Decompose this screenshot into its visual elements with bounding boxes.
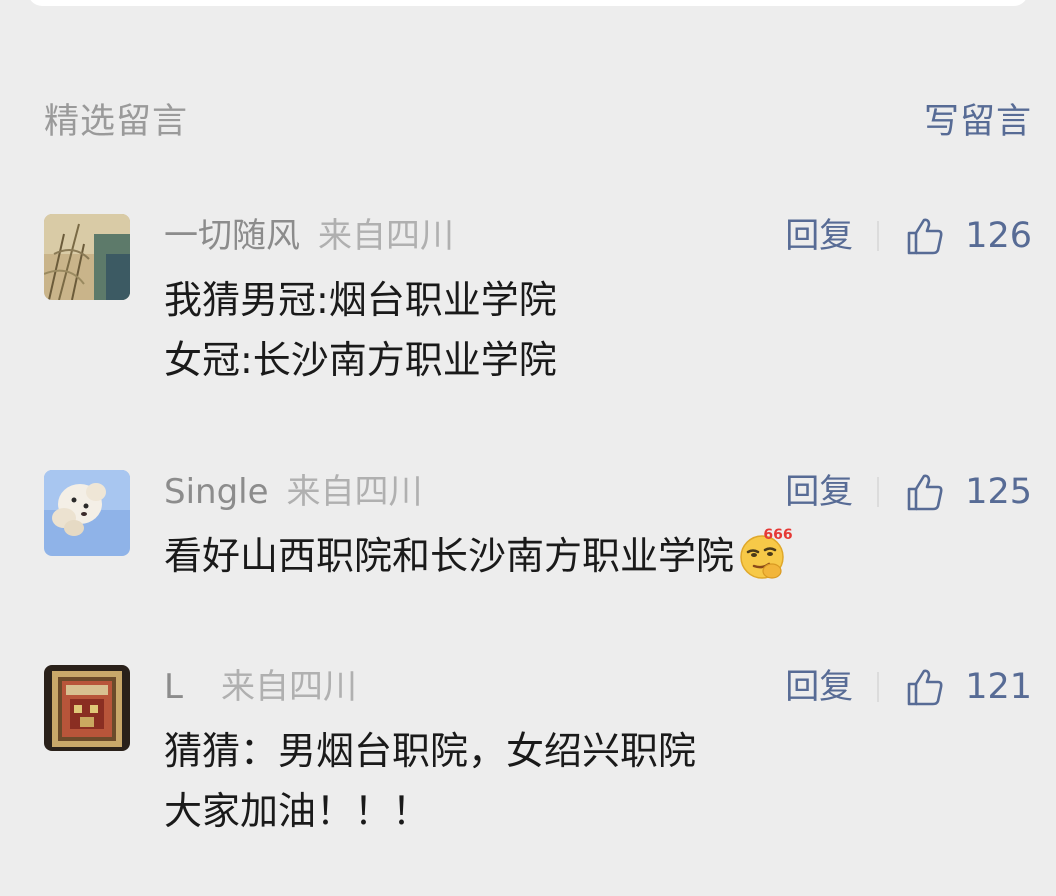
avatar[interactable] bbox=[44, 214, 130, 300]
comment-actions: 回复 125 bbox=[785, 470, 1032, 514]
nickname[interactable]: 一切随风 bbox=[164, 216, 300, 256]
section-title: 精选留言 bbox=[44, 102, 189, 142]
like-count: 126 bbox=[965, 216, 1032, 256]
comment-text: 看好山西职院和长沙南方职业学院 666 bbox=[164, 526, 792, 587]
comment-text: 猜猜：男烟台职院，女绍兴职院 大家加油！！！ bbox=[164, 729, 697, 833]
comments-header: 精选留言 写留言 bbox=[44, 100, 1032, 144]
nickname[interactable]: L bbox=[164, 667, 183, 707]
nickname[interactable]: Single bbox=[164, 472, 269, 512]
comment-item: 一切随风 来自四川 回复 126 我猜男冠:烟台职业学院 女冠:长沙南方职业学院 bbox=[44, 214, 1032, 384]
reply-button[interactable]: 回复 bbox=[785, 470, 853, 514]
comment-meta: L 来自四川 bbox=[164, 665, 357, 709]
comment-item: L 来自四川 回复 121 猜猜：男烟台职院，女绍兴职院 大家加油！！！ bbox=[44, 665, 1032, 835]
avatar-image bbox=[44, 665, 130, 751]
reply-button[interactable]: 回复 bbox=[785, 214, 853, 258]
comment-meta: 一切随风 来自四川 bbox=[164, 214, 454, 258]
comment-actions: 回复 126 bbox=[785, 214, 1032, 258]
divider bbox=[877, 477, 880, 507]
like-button[interactable]: 125 bbox=[905, 470, 1032, 514]
previous-card bbox=[28, 0, 1028, 6]
divider bbox=[877, 672, 880, 702]
write-comment-button[interactable]: 写留言 bbox=[924, 100, 1032, 144]
location: 来自四川 bbox=[220, 667, 357, 707]
emoji-label: 666 bbox=[763, 527, 792, 543]
like-count: 121 bbox=[965, 667, 1032, 707]
comment-item: Single 来自四川 回复 125 看好山西职院和长沙南方职业学院 666 bbox=[44, 470, 1032, 590]
avatar-image bbox=[44, 214, 130, 300]
like-button[interactable]: 126 bbox=[905, 214, 1032, 258]
smirk-666-emoji: 666 bbox=[740, 527, 792, 579]
comment-meta: Single 来自四川 bbox=[164, 470, 423, 514]
avatar[interactable] bbox=[44, 665, 130, 751]
comment-actions: 回复 121 bbox=[785, 665, 1032, 709]
location: 来自四川 bbox=[318, 216, 454, 256]
location: 来自四川 bbox=[286, 472, 423, 512]
thumbs-up-icon bbox=[907, 218, 943, 255]
thumbs-up-icon bbox=[907, 669, 943, 706]
divider bbox=[877, 221, 880, 251]
reply-button[interactable]: 回复 bbox=[785, 665, 853, 709]
avatar-image bbox=[44, 470, 130, 556]
thumbs-up-icon bbox=[907, 474, 943, 511]
like-button[interactable]: 121 bbox=[905, 665, 1032, 709]
like-count: 125 bbox=[965, 472, 1032, 512]
avatar[interactable] bbox=[44, 470, 130, 556]
comment-text-content: 看好山西职院和长沙南方职业学院 bbox=[164, 534, 735, 578]
comment-text: 我猜男冠:烟台职业学院 女冠:长沙南方职业学院 bbox=[164, 278, 557, 382]
